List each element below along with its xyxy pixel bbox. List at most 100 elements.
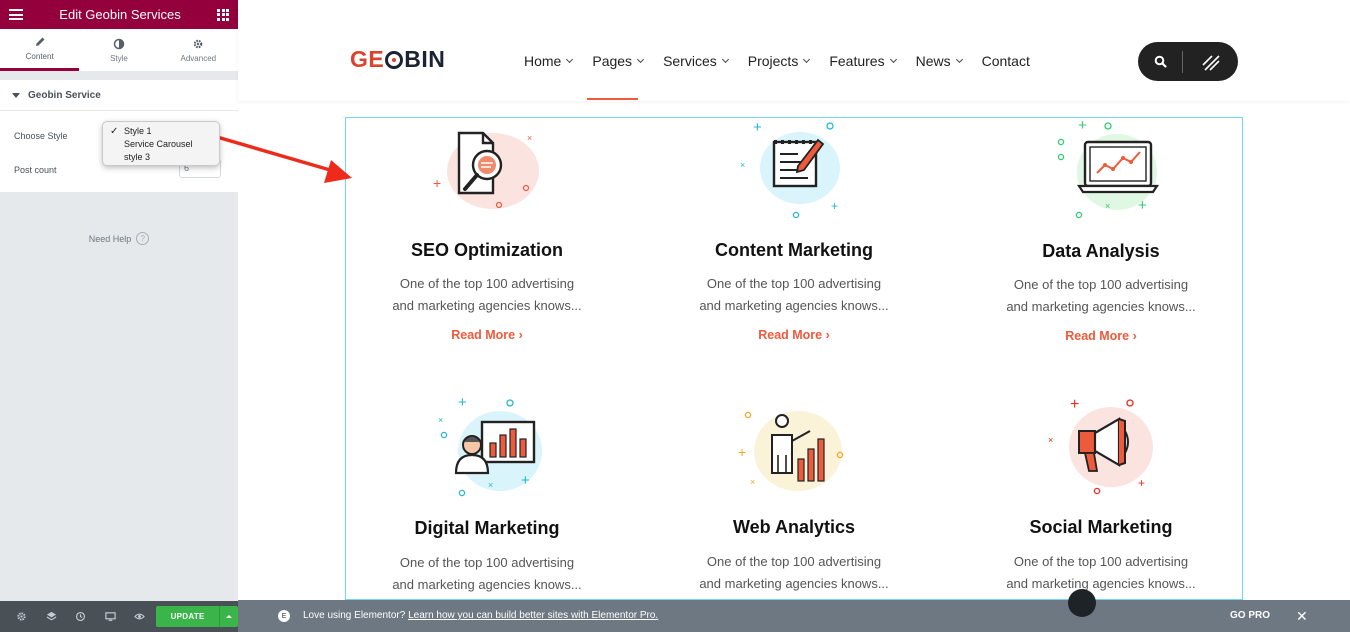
- service-description: One of the top 100 advertising and market…: [1000, 551, 1202, 595]
- service-desc-line: One of the top 100 advertising: [1013, 554, 1189, 569]
- service-desc-line: and marketing agencies knows...: [1006, 299, 1196, 314]
- service-desc-line: and marketing agencies knows...: [699, 298, 889, 313]
- style-select-dropdown[interactable]: ✓ Style 1 Service Carousel style 3: [102, 121, 220, 166]
- tab-advanced-label: Advanced: [180, 53, 217, 63]
- service-desc-line: and marketing agencies knows...: [392, 577, 582, 592]
- update-button[interactable]: UPDATE: [156, 606, 220, 627]
- hamburger-menu-icon[interactable]: [9, 9, 23, 20]
- notice-message: Love using Elementor?: [303, 610, 406, 621]
- nav-item-features[interactable]: Features: [829, 50, 897, 72]
- nav-item-label: News: [915, 53, 951, 69]
- need-help-link[interactable]: Need Help ?: [0, 232, 238, 245]
- service-title: Data Analysis: [1042, 241, 1160, 261]
- nav-item-home[interactable]: Home: [524, 50, 574, 72]
- active-nav-underline: [587, 98, 638, 100]
- svg-text:+: +: [1078, 118, 1087, 134]
- nav-item-contact[interactable]: Contact: [982, 50, 1030, 72]
- question-icon: ?: [136, 232, 150, 245]
- main-nav: Home Pages Services Projects Features Ne…: [524, 50, 1030, 72]
- site-logo[interactable]: GE BIN: [350, 46, 445, 73]
- service-title: Content Marketing: [714, 240, 873, 260]
- service-card: + × + Data Analysis One of the top 100 a…: [960, 118, 1242, 358]
- nav-item-label: Pages: [592, 53, 633, 69]
- panel-header: Edit Geobin Services: [0, 0, 238, 29]
- scroll-to-top-button[interactable]: [1068, 589, 1096, 617]
- presenter-board-icon: + × × +: [438, 395, 542, 497]
- service-desc-line: and marketing agencies knows...: [1006, 576, 1196, 591]
- style-option[interactable]: Service Carousel: [103, 138, 219, 151]
- chevron-right-icon: ›: [1132, 329, 1137, 343]
- tab-content-label: Content: [25, 52, 54, 61]
- settings-gear-icon[interactable]: [7, 601, 36, 632]
- service-card: + × Web Analytics One of the top 100 adv…: [653, 393, 935, 603]
- panel-footer: UPDATE: [0, 601, 238, 632]
- service-desc-line: One of the top 100 advertising: [706, 276, 882, 291]
- chevron-down-icon: [955, 55, 963, 63]
- services-widget[interactable]: + × SEO Optimization One of the top 100 …: [345, 117, 1243, 600]
- service-title: SEO Optimization: [410, 240, 563, 260]
- tab-content[interactable]: Content: [0, 29, 80, 71]
- tab-style[interactable]: Style: [79, 29, 158, 71]
- svg-text:×: ×: [527, 133, 532, 143]
- svg-text:+: +: [738, 444, 746, 460]
- service-desc-line: One of the top 100 advertising: [1013, 277, 1189, 292]
- post-count-label: Post count: [14, 165, 57, 175]
- nav-item-label: Home: [524, 53, 562, 69]
- megaphone-icon: + × +: [1048, 396, 1153, 495]
- svg-text:+: +: [433, 175, 441, 191]
- choose-style-label: Choose Style: [14, 131, 68, 141]
- tab-advanced[interactable]: Advanced: [159, 29, 238, 71]
- svg-text:×: ×: [1048, 435, 1053, 445]
- read-more-link[interactable]: Read More ›: [346, 328, 628, 342]
- responsive-desktop-icon[interactable]: [95, 601, 124, 632]
- nav-item-news[interactable]: News: [915, 50, 963, 72]
- gear-icon: [194, 39, 203, 48]
- service-desc-line: One of the top 100 advertising: [399, 276, 575, 291]
- search-icon[interactable]: [1138, 55, 1182, 68]
- read-more-link[interactable]: Read More ›: [960, 329, 1242, 343]
- editor-panel: Edit Geobin Services Content Style Advan…: [0, 0, 238, 632]
- panel-tabs: Content Style Advanced: [0, 29, 238, 72]
- svg-text:×: ×: [750, 477, 755, 487]
- svg-text:+: +: [521, 472, 530, 489]
- nav-item-label: Contact: [981, 53, 1030, 69]
- service-card: + × + Social Marketing One of the top 10…: [960, 393, 1242, 603]
- read-more-link[interactable]: Read More ›: [653, 328, 935, 342]
- nav-item-label: Projects: [747, 53, 799, 69]
- nav-item-label: Services: [663, 53, 717, 69]
- read-more-label: Read More: [1065, 329, 1130, 343]
- nav-item-pages[interactable]: Pages: [592, 50, 645, 72]
- update-options-button[interactable]: [219, 606, 238, 627]
- svg-text:×: ×: [438, 415, 443, 425]
- service-description: One of the top 100 advertising and market…: [1000, 274, 1202, 318]
- close-icon[interactable]: ✕: [1296, 608, 1308, 625]
- preview-eye-icon[interactable]: [125, 601, 154, 632]
- need-help-label: Need Help: [88, 233, 132, 244]
- offcanvas-menu-icon[interactable]: [1183, 51, 1238, 73]
- chevron-down-icon: [637, 55, 645, 63]
- style-option[interactable]: style 3: [103, 151, 219, 164]
- half-circle-icon: [113, 38, 125, 49]
- widgets-grid-icon[interactable]: [217, 8, 229, 21]
- service-description: One of the top 100 advertising and market…: [386, 273, 588, 317]
- service-description: One of the top 100 advertising and market…: [386, 552, 588, 596]
- service-description: One of the top 100 advertising and market…: [693, 551, 895, 595]
- header-action-pill: [1138, 42, 1238, 81]
- service-card: + × + Content Marketing One of the top 1…: [653, 118, 935, 358]
- nav-item-projects[interactable]: Projects: [747, 50, 811, 72]
- nav-item-services[interactable]: Services: [663, 50, 729, 72]
- history-icon[interactable]: [66, 601, 95, 632]
- chevron-down-icon: [566, 55, 574, 63]
- service-desc-line: and marketing agencies knows...: [699, 576, 889, 591]
- section-geobin-service[interactable]: Geobin Service: [0, 80, 238, 110]
- go-pro-link[interactable]: GO PRO: [1230, 610, 1270, 621]
- service-desc-line: One of the top 100 advertising: [399, 555, 575, 570]
- svg-text:+: +: [1138, 476, 1145, 490]
- navigator-layers-icon[interactable]: [36, 601, 65, 632]
- style-option-label: style 3: [124, 152, 151, 162]
- notice-learn-link[interactable]: Learn how you can build better sites wit…: [408, 610, 658, 621]
- site-preview: GE BIN Home Pages Services Projects Featu…: [238, 0, 1350, 600]
- tab-style-label: Style: [110, 53, 128, 63]
- style-option[interactable]: ✓ Style 1: [103, 125, 219, 138]
- service-title: Digital Marketing: [414, 518, 560, 538]
